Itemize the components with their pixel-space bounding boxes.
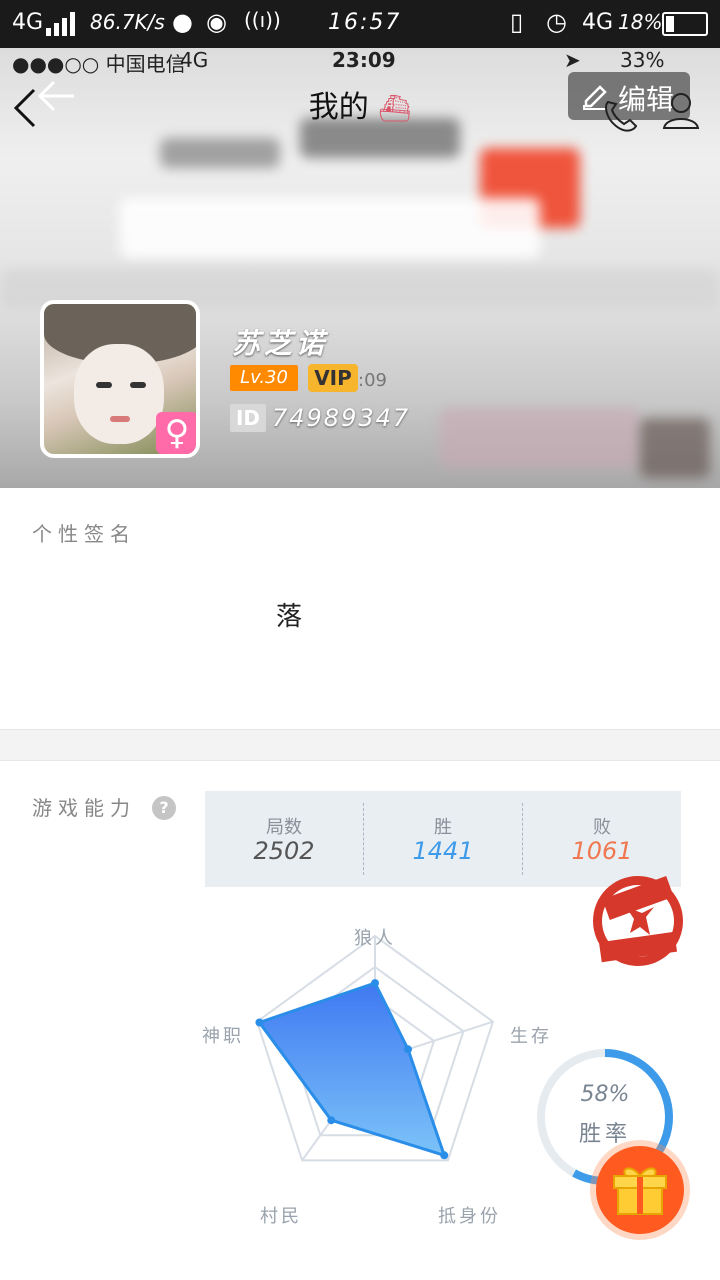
level-badge: Lv.30 — [230, 365, 298, 391]
radar-label-god: 神职 — [202, 1026, 244, 1047]
network-type-secondary: 4G — [582, 10, 614, 35]
network-type: 4G — [12, 10, 44, 35]
radar-area — [257, 981, 447, 1158]
avatar[interactable]: ♀ — [40, 300, 200, 458]
stat-wins: 胜 1441 — [412, 817, 474, 865]
vip-tail: :09 — [358, 370, 387, 391]
network-speed: 86.7K/s — [90, 10, 165, 34]
wechat-icon: ◉ — [206, 8, 227, 36]
radar-label-villager: 村民 — [260, 1206, 302, 1227]
embedded-network: 4G — [180, 48, 209, 72]
radar-point — [371, 979, 379, 988]
signature-text: 落 — [276, 602, 303, 632]
vibrate-icon: ▯ — [510, 8, 524, 36]
qq-icon: ● — [172, 8, 193, 36]
battery-icon — [662, 12, 708, 36]
ability-radar-chart: 狼人 生存 抵身份 村民 神职 — [180, 900, 570, 1240]
battery-percent: 18% — [618, 10, 663, 34]
location-icon: ➤ — [564, 48, 581, 72]
help-icon[interactable]: ? — [152, 796, 176, 820]
game-ability-label: 游戏能力 — [32, 796, 136, 820]
female-gender-icon: ♀ — [156, 412, 196, 454]
alarm-icon: ◷ — [546, 8, 567, 36]
wolf-game-logo — [593, 876, 683, 966]
radar-point — [327, 1116, 336, 1125]
contact-icon — [662, 93, 700, 129]
signal-icon — [46, 12, 76, 36]
radar-point — [440, 1151, 449, 1160]
vip-badge: VIP — [308, 364, 358, 392]
radar-label-identity: 抵身份 — [438, 1206, 501, 1227]
win-rate-percent: 58% — [580, 1082, 630, 1107]
carrier: ●●●○○ 中国电信 — [12, 52, 186, 76]
hotspot-icon: ((ı)) — [244, 8, 281, 32]
radar-svg — [255, 934, 495, 1162]
id-tag: ID — [230, 404, 266, 432]
section-divider — [0, 729, 720, 761]
embedded-battery: 33% — [620, 48, 665, 72]
phone-icon — [605, 100, 638, 132]
embedded-time: 23:09 — [332, 48, 396, 72]
system-status-bar: 4G 86.7K/s ● ◉ ((ı)) 16:57 ▯ ◷ 4G 18% — [0, 0, 720, 48]
radar-label-survival: 生存 — [510, 1026, 552, 1047]
user-id: 74989347 — [272, 404, 411, 432]
radar-point — [255, 1018, 264, 1027]
stat-games: 局数 2502 — [253, 817, 315, 865]
gift-icon — [613, 1167, 667, 1215]
radar-point — [404, 1045, 413, 1054]
win-rate-label: 胜率 — [578, 1122, 631, 1147]
navigation-bar: 我的 ⛴ 编辑 — [0, 72, 720, 132]
system-time: 16:57 — [328, 10, 402, 35]
gift-button[interactable] — [596, 1146, 684, 1234]
radar-label-werewolf: 狼人 — [354, 928, 396, 949]
ship-icon: ⛴ — [378, 94, 412, 124]
user-name: 苏芝诺 — [232, 327, 329, 360]
signature-label: 个性签名 — [32, 522, 136, 546]
